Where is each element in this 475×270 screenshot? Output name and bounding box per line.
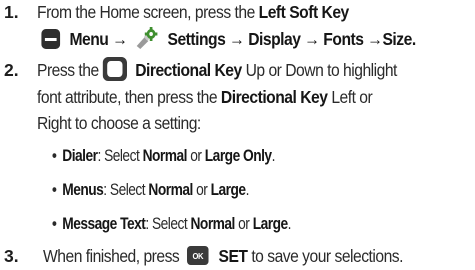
size-label: Size: [382, 29, 412, 50]
bullet-dot: •: [52, 147, 57, 165]
bullet-label: Menus: [62, 181, 104, 199]
arrow-4: →: [367, 29, 383, 50]
arrow-2: →: [229, 29, 245, 50]
step-2-left-or: Left or: [331, 87, 373, 107]
step-2-line-1: Press the Directional Key Up or Down to …: [37, 57, 398, 83]
display-label: Display: [248, 29, 301, 50]
arrow-1: →: [112, 29, 128, 50]
ok-icon-text: OK: [192, 252, 203, 261]
bullet-dot: •: [52, 181, 57, 199]
left-soft-key-icon: [41, 28, 61, 49]
bullet-or: or: [190, 147, 202, 165]
option-large: Large: [210, 181, 246, 199]
fonts-label: Fonts: [323, 29, 364, 50]
option-normal: Normal: [190, 215, 235, 233]
settings-label: Settings: [167, 29, 226, 50]
bullet-or: or: [238, 215, 250, 233]
bullet-menus: • Menus: Select Normal or Large.: [52, 179, 249, 201]
bullet-label: Dialer: [62, 147, 98, 165]
bullet-text: : Select: [103, 181, 146, 199]
step-1-line-1: From the Home screen, press the Left Sof…: [37, 1, 349, 23]
left-soft-key-label: Left Soft Key: [258, 2, 350, 22]
step-3-number: 3.: [4, 246, 19, 266]
directional-key-label-2: Directional Key: [220, 87, 328, 107]
step-2-line-2: font attribute, then press the Direction…: [37, 86, 373, 108]
bullet-text: : Select: [145, 215, 188, 233]
step-1-number: 1.: [4, 2, 19, 22]
step-1-period: .: [411, 29, 416, 50]
option-large: Large: [252, 215, 288, 233]
bullet-end: .: [287, 215, 292, 233]
bullet-end: .: [245, 181, 250, 199]
step-3-rest: to save your selections.: [251, 246, 403, 266]
arrow-3: →: [304, 29, 320, 50]
option-normal: Normal: [148, 181, 193, 199]
set-label: SET: [218, 246, 248, 266]
step-2-line2-text: font attribute, then press the: [37, 87, 218, 107]
step-2-press-the: Press the: [37, 60, 99, 80]
option-normal: Normal: [142, 147, 188, 165]
instruction-document: 1. From the Home screen, press the Left …: [0, 0, 475, 269]
step-1-line-2: Menu → Settings → Display → Fonts →Size.: [35, 25, 416, 53]
step-2-up-down: Up or Down to highlight: [245, 60, 398, 80]
step-2-number: 2.: [4, 60, 19, 80]
menu-label: Menu: [69, 29, 109, 50]
step-2-line-3: Right to choose a setting:: [37, 112, 201, 134]
step-3-line-1: When finished, press OK SET to save your…: [43, 245, 403, 267]
directional-key-label: Directional Key: [135, 60, 242, 80]
option-large-only: Large Only: [204, 147, 272, 165]
ok-key-icon: OK: [186, 245, 209, 265]
bullet-dot: •: [52, 215, 57, 233]
bullet-message-text: • Message Text: Select Normal or Large.: [52, 213, 291, 235]
step-2-line3-text: Right to choose a setting:: [37, 113, 201, 133]
bullet-label: Message Text: [62, 215, 146, 233]
settings-icon: [134, 25, 158, 50]
bullet-end: .: [271, 147, 276, 165]
step-1-intro: From the Home screen, press the: [37, 2, 255, 22]
bullet-dialer: • Dialer: Select Normal or Large Only.: [52, 145, 275, 167]
step-3-intro: When finished, press: [43, 246, 180, 266]
bullet-or: or: [196, 181, 208, 199]
directional-key-icon: [102, 57, 127, 82]
bullet-text: : Select: [97, 147, 140, 165]
